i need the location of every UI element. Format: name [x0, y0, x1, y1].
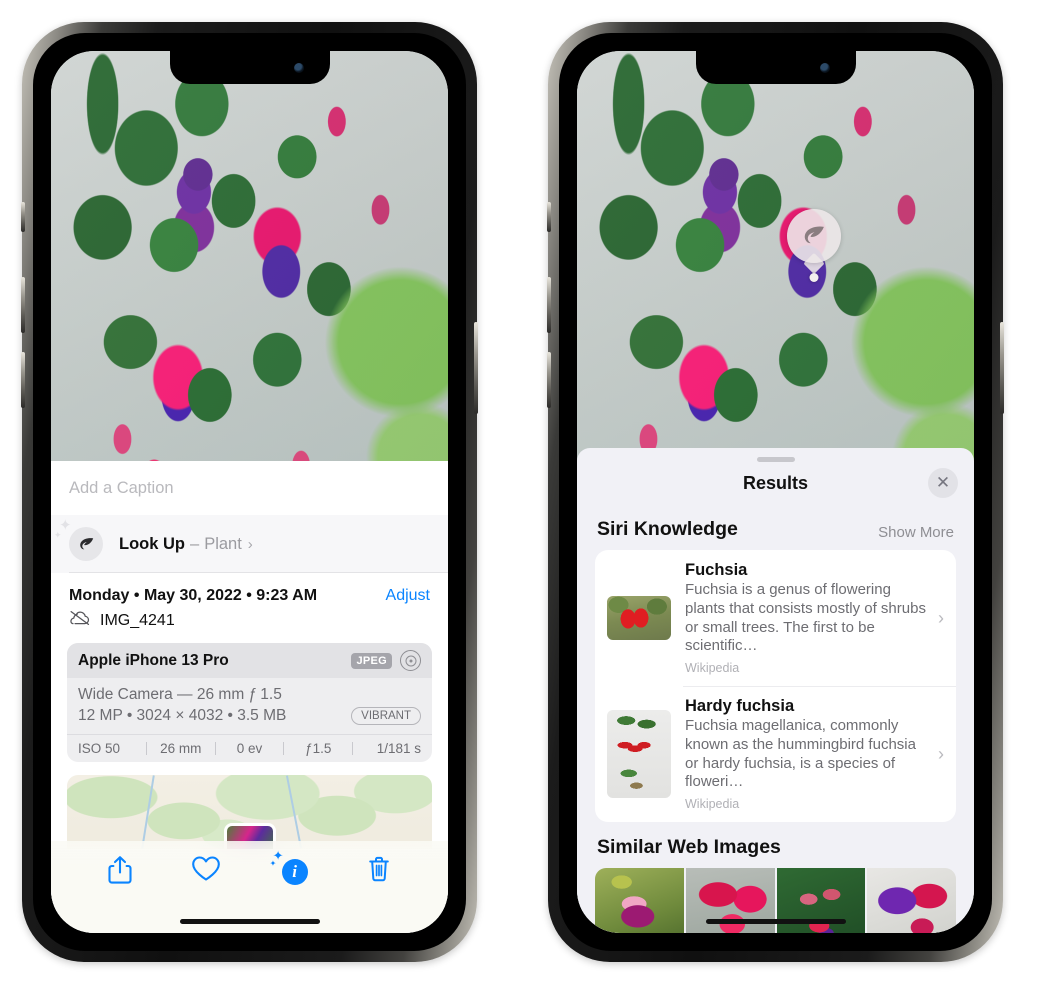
results-title: Results [742, 472, 809, 493]
info-glyph: i [281, 859, 308, 885]
siri-knowledge-card: Fuchsia Fuchsia is a genus of flowering … [595, 550, 956, 822]
result-description: Fuchsia is a genus of flowering plants t… [685, 581, 926, 655]
power-button[interactable] [1000, 322, 1004, 414]
front-camera-icon [819, 63, 830, 73]
adjust-button[interactable]: Adjust [386, 587, 430, 605]
result-title: Fuchsia [685, 561, 748, 579]
device-bezel: Results ✕ Siri Knowledge Show More Fuchs… [559, 33, 992, 951]
chevron-right-icon: › [247, 535, 253, 553]
exif-shutter: 1/181 s [376, 741, 421, 756]
exif-aperture: ƒ1.5 [305, 741, 332, 756]
home-indicator[interactable] [705, 919, 846, 924]
look-up-separator: – [190, 534, 200, 553]
iphone-right-device: Results ✕ Siri Knowledge Show More Fuchs… [547, 22, 1004, 962]
file-name-row: IMG_4241 [51, 607, 448, 643]
result-thumbnail [607, 710, 671, 798]
exif-body: Wide Camera — 26 mm ƒ 1.5 12 MP • 3024 ×… [67, 678, 432, 734]
list-item[interactable]: Fuchsia Fuchsia is a genus of flowering … [595, 550, 956, 686]
photo-meta-row: Monday • May 30, 2022 • 9:23 AM Adjust [51, 573, 448, 607]
visual-lookup-pin[interactable] [787, 209, 841, 282]
icloud-slash-icon [69, 610, 91, 631]
siri-knowledge-header: Siri Knowledge Show More [577, 504, 974, 550]
camera-device-name: Apple iPhone 13 Pro [78, 651, 229, 669]
result-title: Hardy fuchsia [685, 697, 795, 715]
look-up-kind: Plant [204, 534, 242, 553]
leaf-icon [787, 209, 841, 263]
home-indicator[interactable] [179, 919, 320, 924]
photographic-style-badge: VIBRANT [351, 707, 421, 725]
info-button[interactable]: ✦ ✦ i [250, 849, 336, 885]
exif-card: Apple iPhone 13 Pro JPEG Wide Camera — 2… [67, 643, 432, 762]
mute-switch[interactable] [547, 202, 551, 232]
list-item[interactable]: Hardy fuchsia Fuchsia magellanica, commo… [595, 686, 956, 822]
results-sheet: Results ✕ Siri Knowledge Show More Fuchs… [577, 448, 974, 933]
aperture-icon [400, 650, 421, 671]
resolution-info: 12 MP • 3024 × 4032 • 3.5 MB [78, 707, 287, 724]
pin-dot [809, 273, 819, 282]
lens-info: Wide Camera — 26 mm ƒ 1.5 [78, 686, 282, 703]
share-button[interactable] [77, 855, 163, 885]
web-image-thumbnail[interactable] [595, 868, 684, 933]
volume-up-button[interactable] [547, 277, 551, 333]
volume-down-button[interactable] [547, 352, 551, 408]
device-bezel: Add a Caption ✦ ✦ Look Up – Plant › Mond… [33, 33, 466, 951]
caption-placeholder: Add a Caption [69, 478, 174, 497]
results-header: Results ✕ [577, 462, 974, 504]
exif-header: Apple iPhone 13 Pro JPEG [67, 643, 432, 678]
exif-ev: 0 ev [236, 741, 263, 756]
sparkle-small-icon: ✦ [269, 859, 277, 868]
similar-web-images-header: Similar Web Images [577, 822, 974, 868]
result-thumbnail [607, 596, 671, 640]
look-up-label: Look Up [119, 534, 185, 553]
chevron-right-icon: › [938, 743, 944, 764]
volume-up-button[interactable] [21, 277, 25, 333]
show-more-button[interactable]: Show More [878, 524, 954, 541]
caption-input-row[interactable]: Add a Caption [51, 461, 448, 515]
siri-knowledge-title: Siri Knowledge [597, 518, 738, 540]
iphone-left-device: Add a Caption ✦ ✦ Look Up – Plant › Mond… [21, 22, 478, 962]
location-map[interactable] [67, 775, 432, 849]
visual-lookup-results-screen: Results ✕ Siri Knowledge Show More Fuchs… [577, 51, 974, 933]
similar-web-images-title: Similar Web Images [597, 836, 781, 858]
photo-detail-screen: Add a Caption ✦ ✦ Look Up – Plant › Mond… [51, 51, 448, 933]
front-camera-icon [293, 63, 304, 73]
device-notch [169, 51, 330, 84]
format-badge: JPEG [351, 652, 392, 669]
sparkle-info-icon: ✦ ✦ i [270, 849, 308, 885]
result-description: Fuchsia magellanica, commonly known as t… [685, 717, 916, 791]
leaf-icon: ✦ ✦ [54, 518, 103, 561]
result-source: Wikipedia [685, 797, 740, 811]
close-icon[interactable]: ✕ [928, 468, 958, 498]
delete-button[interactable] [336, 855, 422, 883]
favorite-button[interactable] [163, 855, 249, 882]
volume-down-button[interactable] [21, 352, 25, 408]
exif-focal: 26 mm [160, 741, 202, 756]
sparkle-small-icon: ✦ [54, 530, 62, 540]
device-notch [695, 51, 856, 84]
exif-stats-row: ISO 50 26 mm 0 ev ƒ1.5 1/181 s [67, 734, 432, 762]
photo-date: Monday • May 30, 2022 • 9:23 AM [69, 587, 318, 604]
web-image-thumbnail[interactable] [867, 868, 956, 933]
look-up-row[interactable]: ✦ ✦ Look Up – Plant › [51, 515, 448, 573]
chevron-right-icon: › [938, 607, 944, 628]
result-source: Wikipedia [685, 661, 740, 675]
file-name: IMG_4241 [100, 611, 175, 629]
mute-switch[interactable] [21, 202, 25, 232]
power-button[interactable] [474, 322, 478, 414]
exif-iso: ISO 50 [78, 741, 121, 756]
